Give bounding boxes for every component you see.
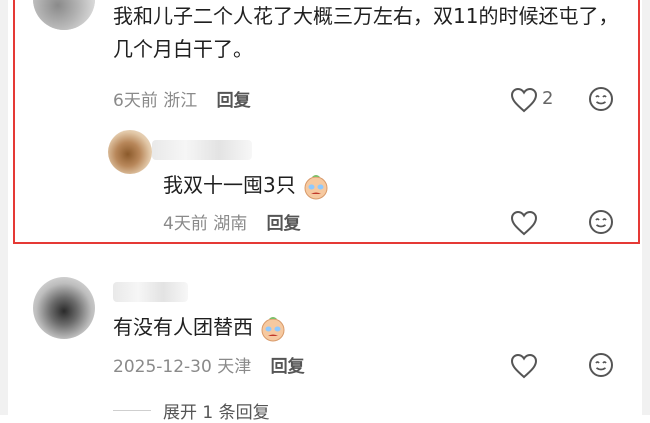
expand-replies-label: 展开 1 条回复 bbox=[163, 403, 270, 423]
crying-emoji-icon bbox=[261, 316, 285, 341]
comment-text: 有没有人团替西 bbox=[113, 311, 287, 344]
comment-text-content: 我双十一囤3只 bbox=[163, 173, 296, 197]
comment-location: 湖南 bbox=[213, 214, 248, 234]
comment-meta: 2025-12-30 天津 回复 bbox=[113, 352, 305, 377]
crying-emoji-icon bbox=[304, 174, 328, 199]
comment-text: 我双十一囤3只 bbox=[163, 169, 330, 202]
right-edge bbox=[642, 0, 650, 415]
left-edge bbox=[0, 0, 8, 415]
comment-time: 4天前 bbox=[163, 214, 208, 234]
reply-button[interactable]: 回复 bbox=[271, 357, 305, 377]
comment-text-content: 有没有人团替西 bbox=[113, 315, 253, 339]
expand-replies-button[interactable]: 展开 1 条回复 bbox=[113, 398, 270, 423]
avatar[interactable] bbox=[108, 130, 152, 174]
comment-time: 2025-12-30 bbox=[113, 357, 212, 377]
comment-location: 天津 bbox=[217, 357, 252, 377]
avatar[interactable] bbox=[33, 277, 95, 339]
heart-outline-icon[interactable] bbox=[510, 210, 538, 236]
username-blurred[interactable] bbox=[113, 282, 188, 302]
username-blurred[interactable] bbox=[152, 140, 252, 160]
comment-meta: 4天前 湖南 回复 bbox=[163, 209, 301, 234]
highlight-box bbox=[13, 0, 640, 244]
reply-button[interactable]: 回复 bbox=[267, 214, 301, 234]
heart-outline-icon[interactable] bbox=[510, 353, 538, 379]
divider-line bbox=[113, 410, 151, 411]
smile-outline-icon[interactable] bbox=[588, 352, 614, 378]
smile-outline-icon[interactable] bbox=[588, 209, 614, 235]
